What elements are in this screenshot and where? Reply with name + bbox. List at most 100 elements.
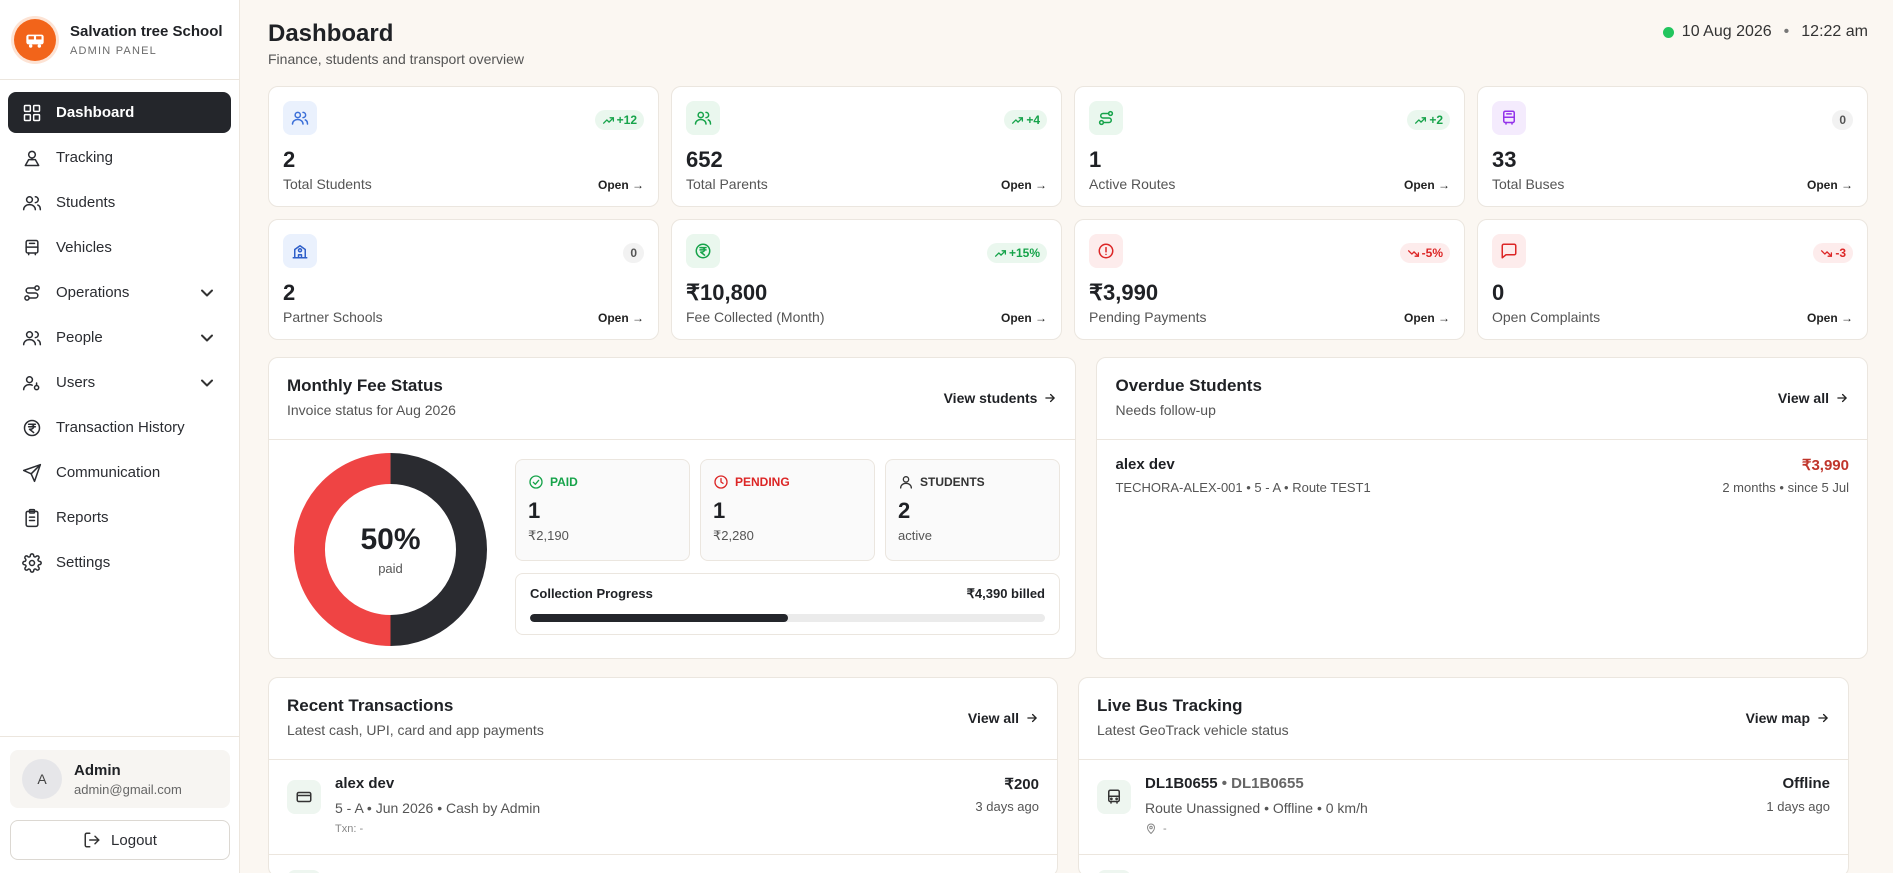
bus-icon xyxy=(22,238,42,258)
header-date: 10 Aug 2026 xyxy=(1681,23,1772,40)
stat-label: Total Buses xyxy=(1492,176,1565,192)
sidebar-item-students[interactable]: Students xyxy=(8,182,231,223)
paid-percent: 50% xyxy=(360,523,421,556)
stat-card-total-parents[interactable]: +4 652 Total Parents Open → xyxy=(671,86,1062,207)
fee-title: Monthly Fee Status xyxy=(287,376,443,395)
sidebar-item-dashboard[interactable]: Dashboard xyxy=(8,92,231,133)
stat-label: Fee Collected (Month) xyxy=(686,309,825,325)
online-status-dot xyxy=(1662,26,1674,38)
stat-card-partner-schools[interactable]: 0 2 Partner Schools Open → xyxy=(268,219,659,340)
main-content: Dashboard Finance, students and transpor… xyxy=(268,0,1868,873)
transaction-row[interactable] xyxy=(269,855,1057,873)
live-title: Live Bus Tracking xyxy=(1097,696,1243,715)
view-students-label: View students xyxy=(943,390,1038,406)
sidebar-item-communication[interactable]: Communication xyxy=(8,452,231,493)
view-students-link[interactable]: View students xyxy=(944,390,1058,406)
sidebar-item-settings[interactable]: Settings xyxy=(8,542,231,583)
arrow-right-icon xyxy=(1027,713,1037,723)
trend-badge: 0 xyxy=(623,243,644,263)
vehicle-row[interactable] xyxy=(1079,855,1848,873)
fee-subtitle: Invoice status for Aug 2026 xyxy=(287,402,456,418)
stat-card-pending-payments[interactable]: -5% ₹3,990 Pending Payments Open → xyxy=(1074,219,1465,340)
stat-card-total-students[interactable]: +12 2 Total Students Open → xyxy=(268,86,659,207)
open-link[interactable]: Open → xyxy=(1404,178,1450,192)
transactions-view-all-label: View all xyxy=(967,710,1019,726)
sidebar-item-users[interactable]: Users xyxy=(8,362,231,403)
stat-card-open-complaints[interactable]: -3 0 Open Complaints Open → xyxy=(1477,219,1868,340)
bus-icon xyxy=(1492,101,1526,135)
user-card[interactable]: A Admin admin@gmail.com xyxy=(10,750,230,808)
sidebar-item-label: Operations xyxy=(56,284,130,301)
page-subtitle: Finance, students and transport overview xyxy=(268,51,525,67)
fee-card-label: STUDENTS xyxy=(920,475,985,489)
message-icon xyxy=(1492,234,1526,268)
trending-up-icon xyxy=(994,249,1006,257)
clock-icon xyxy=(713,474,735,490)
open-link[interactable]: Open → xyxy=(598,178,644,192)
sidebar-item-transaction-history[interactable]: Transaction History xyxy=(8,407,231,448)
sidebar-item-operations[interactable]: Operations xyxy=(8,272,231,313)
trend-value: -3 xyxy=(1835,246,1846,260)
open-link[interactable]: Open → xyxy=(1404,311,1450,325)
stat-card-total-buses[interactable]: 0 33 Total Buses Open → xyxy=(1477,86,1868,207)
trend-badge: +4 xyxy=(1004,110,1047,130)
header-time: 12:22 am xyxy=(1801,23,1868,40)
sidebar-item-tracking[interactable]: Tracking xyxy=(8,137,231,178)
page-title: Dashboard xyxy=(268,20,394,47)
trend-badge: +12 xyxy=(594,110,644,130)
monthly-fee-panel: Monthly Fee Status Invoice status for Au… xyxy=(268,357,1077,659)
sidebar-item-reports[interactable]: Reports xyxy=(8,497,231,538)
vehicle-meta: Route Unassigned • Offline • 0 km/h xyxy=(1145,800,1368,816)
sidebar-item-label: People xyxy=(56,329,103,346)
stat-value: 0 xyxy=(1492,280,1505,305)
arrow-right-icon xyxy=(1045,393,1056,403)
sidebar-item-label: Students xyxy=(56,194,116,211)
stat-value: ₹3,990 xyxy=(1089,280,1159,305)
open-link[interactable]: Open → xyxy=(1807,178,1853,192)
stat-label: Total Parents xyxy=(686,176,768,192)
sidebar-item-people[interactable]: People xyxy=(8,317,231,358)
sidebar-item-vehicles[interactable]: Vehicles xyxy=(8,227,231,268)
vehicle-status: Offline xyxy=(1782,775,1831,792)
overdue-row[interactable]: alex dev TECHORA-ALEX-001 • 5 - A • Rout… xyxy=(1097,440,1867,511)
sidebar-item-label: Users xyxy=(56,374,96,391)
stat-value: 1 xyxy=(1089,147,1102,172)
school-icon xyxy=(283,234,317,268)
user-icon xyxy=(898,474,920,490)
trend-value: 0 xyxy=(630,246,637,260)
progress-label: Collection Progress xyxy=(530,586,653,601)
clipboard-icon xyxy=(22,508,42,528)
stat-card-active-routes[interactable]: +2 1 Active Routes Open → xyxy=(1074,86,1465,207)
open-link[interactable]: Open → xyxy=(1807,311,1853,325)
arrow-right-icon xyxy=(1837,393,1847,403)
overdue-title: Overdue Students xyxy=(1115,376,1262,395)
stat-card-fee-collected-month[interactable]: +15% ₹10,800 Fee Collected (Month) Open → xyxy=(671,219,1062,340)
vehicle-row[interactable]: DL1B0655 • DL1B0655 Route Unassigned • O… xyxy=(1079,760,1848,855)
stat-cards: +12 2 Total Students Open → +4 652 Total Paren… xyxy=(268,86,1868,340)
open-link[interactable]: Open → xyxy=(598,311,644,325)
stat-value: 652 xyxy=(686,147,723,172)
transactions-view-all-link[interactable]: View all xyxy=(968,710,1039,726)
view-map-link[interactable]: View map xyxy=(1746,710,1830,726)
trend-value: 0 xyxy=(1839,113,1846,127)
view-map-label: View map xyxy=(1745,710,1810,726)
header-separator: • xyxy=(1783,23,1790,40)
fee-card-value: 2 xyxy=(898,498,911,523)
trend-value: +15% xyxy=(1008,246,1040,260)
live-bus-tracking-panel: Live Bus Tracking Latest GeoTrack vehicl… xyxy=(1078,677,1849,873)
trending-down-icon xyxy=(1407,249,1419,257)
transaction-row[interactable]: alex dev 5 - A • Jun 2026 • Cash by Admi… xyxy=(269,760,1057,855)
logout-button[interactable]: Logout xyxy=(10,820,230,860)
open-link[interactable]: Open → xyxy=(1001,178,1047,192)
overdue-duration: 2 months • since 5 Jul xyxy=(1722,480,1849,495)
fee-card-value: 1 xyxy=(528,498,541,523)
route-icon xyxy=(1089,101,1123,135)
rupee-icon xyxy=(686,234,720,268)
trend-badge: +2 xyxy=(1407,110,1450,130)
overdue-view-all-link[interactable]: View all xyxy=(1778,390,1849,406)
fee-card-sub: ₹2,280 xyxy=(713,528,754,543)
fee-card-value: 1 xyxy=(713,498,726,523)
vehicle-title: DL1B0655 • DL1B0655 xyxy=(1145,775,1830,792)
open-link[interactable]: Open → xyxy=(1001,311,1047,325)
page-header: Dashboard Finance, students and transpor… xyxy=(268,0,1868,86)
